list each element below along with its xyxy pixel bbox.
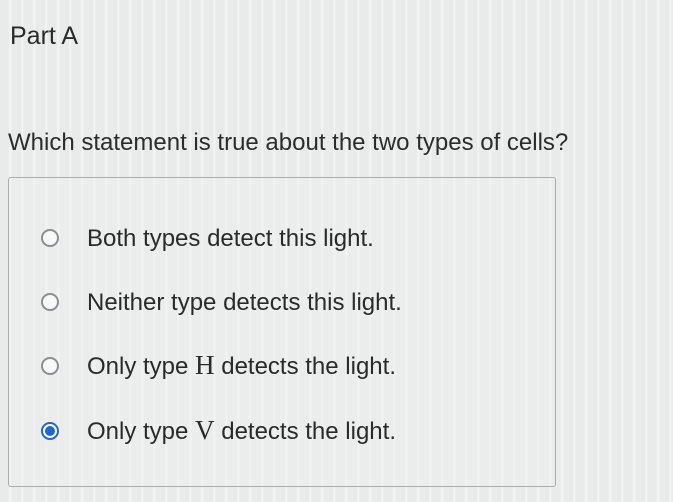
answer-option-3[interactable]: Only type H detects the light. xyxy=(41,350,396,381)
radio-button-4-selected[interactable] xyxy=(41,421,59,440)
option-label-3: Only type H detects the light. xyxy=(87,350,396,380)
radio-button-3[interactable] xyxy=(41,356,59,375)
radio-button-2[interactable] xyxy=(41,292,59,311)
part-title: Part A xyxy=(10,22,79,50)
answer-option-2[interactable]: Neither type detects this light. xyxy=(41,286,402,317)
answer-option-1[interactable]: Both types detect this light. xyxy=(41,222,374,253)
question-text: Which statement is true about the two ty… xyxy=(8,129,569,156)
answer-option-4[interactable]: Only type V detects the light. xyxy=(41,415,396,446)
option-label-2: Neither type detects this light. xyxy=(87,289,402,316)
radio-button-1[interactable] xyxy=(41,228,59,247)
answer-options-group: Both types detect this light. Neither ty… xyxy=(8,177,556,487)
option-label-1: Both types detect this light. xyxy=(87,225,374,252)
option-label-4: Only type V detects the light. xyxy=(87,415,396,445)
